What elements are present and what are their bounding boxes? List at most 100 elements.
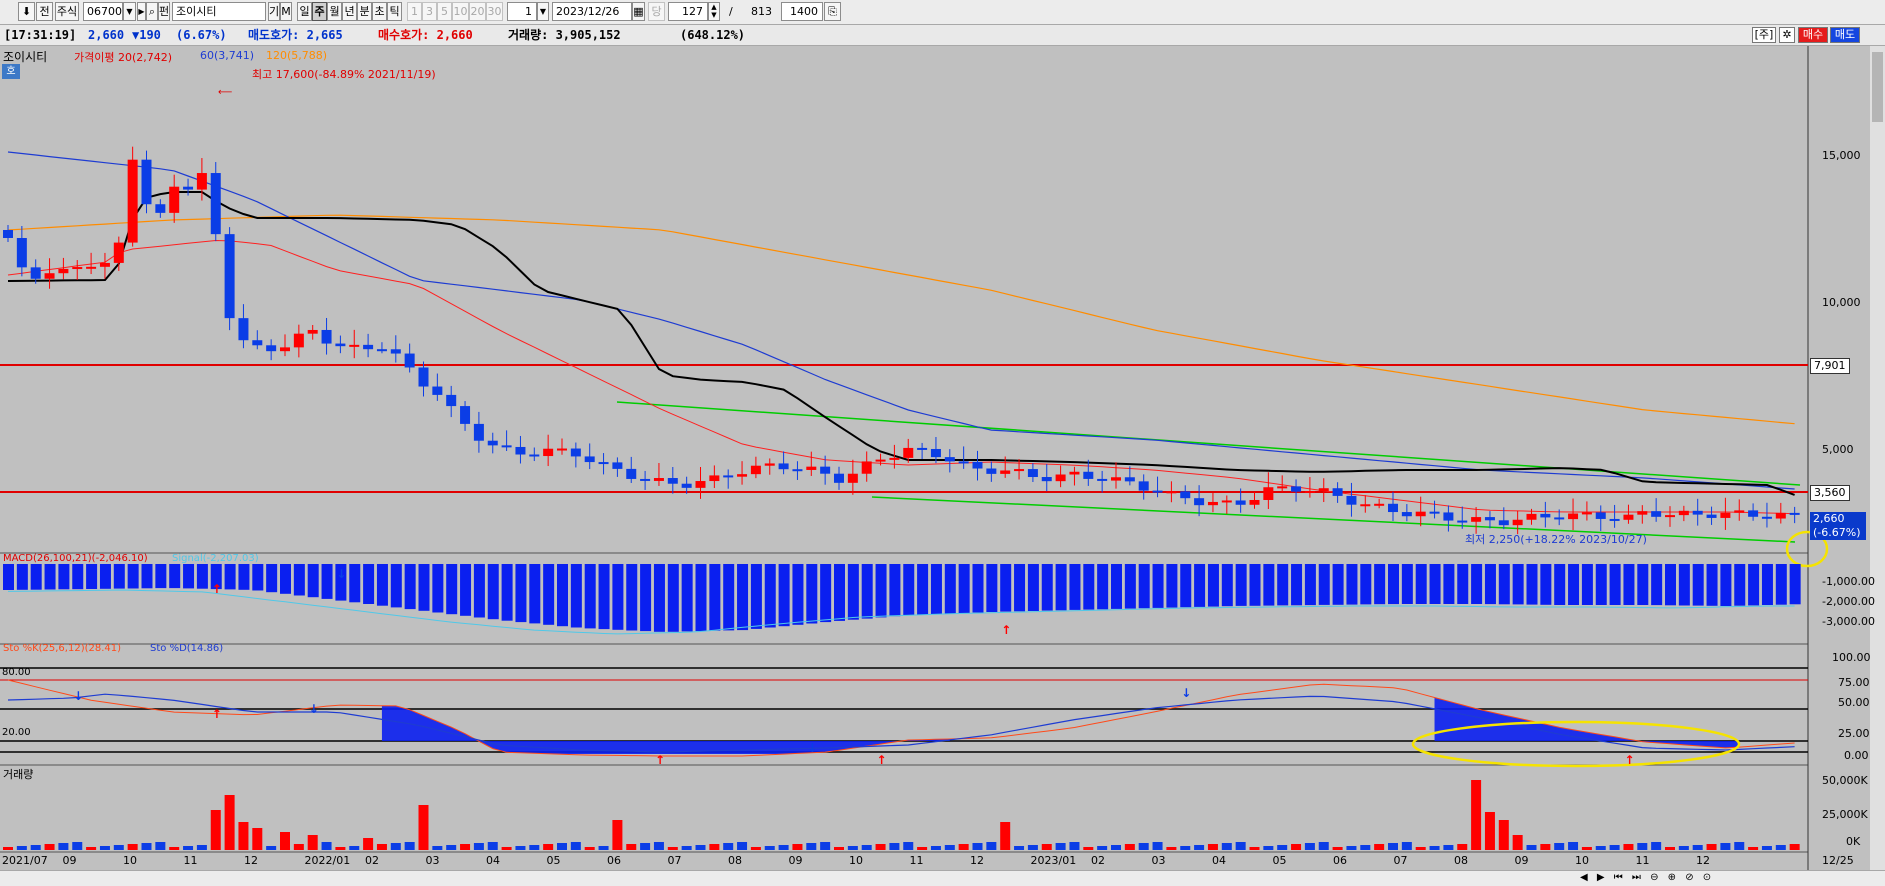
candle-body — [1568, 513, 1579, 520]
macd-bar — [543, 564, 555, 625]
candle-body — [1207, 501, 1218, 506]
sto-axis-50: 50.00 — [1838, 696, 1870, 709]
volume-bar — [1526, 845, 1537, 850]
macd-bar — [349, 564, 361, 603]
candle-body — [1581, 512, 1592, 515]
navigation-icons[interactable]: ◀ ▶ ⏮ ⏭ ⊖ ⊕ ⊘ ⊙ — [1580, 872, 1714, 883]
candle-body — [1623, 514, 1634, 520]
volume-bar — [1388, 843, 1398, 850]
volume-bar — [1554, 843, 1565, 850]
macd-bar — [958, 564, 970, 613]
trend-line-upper[interactable] — [616, 401, 1801, 486]
candle-body — [1665, 515, 1675, 518]
macd-bar — [99, 564, 111, 589]
last-price-pct: (-6.67%) — [1810, 526, 1866, 540]
candle-body — [529, 454, 540, 457]
candle-body — [958, 461, 969, 464]
high-annotation: 최고 17,600(-84.89% 2021/11/19) — [252, 68, 436, 81]
volume-bar — [183, 846, 194, 850]
macd-bar — [224, 564, 236, 590]
volume-bar — [127, 844, 138, 850]
macd-bar — [1484, 564, 1496, 605]
stochastic-oversold-fill — [381, 697, 1740, 754]
macd-bar — [1637, 564, 1649, 605]
volume-bar — [543, 844, 554, 850]
sto-level-20: 20.00 — [2, 727, 31, 738]
volume-bar — [1609, 845, 1620, 850]
signal-arrow-icon: ↓ — [336, 567, 346, 581]
candle-body — [930, 448, 941, 458]
macd-bar — [390, 564, 402, 608]
candle-body — [113, 242, 124, 263]
volume-bar — [141, 843, 152, 850]
candle-body — [1014, 469, 1025, 472]
volume-bar — [875, 844, 886, 850]
stock-chart[interactable]: ⟵ ↑ ↓ ↑ ↓ ↑ ↓ ↑ ↓ ↑ ↓ ↑ — [0, 0, 1885, 885]
volume-bar — [1734, 842, 1745, 850]
candle-body — [1291, 486, 1302, 492]
hoga-badge[interactable]: 호 — [2, 64, 20, 79]
macd-bar — [1194, 564, 1206, 607]
macd-axis-2000: -2,000.00 — [1822, 595, 1875, 608]
macd-bar — [764, 564, 776, 628]
candle-body — [1332, 488, 1343, 496]
macd-bar — [321, 564, 333, 599]
macd-bar — [1748, 564, 1760, 606]
volume-bar — [1263, 846, 1274, 850]
volume-bar — [557, 843, 567, 850]
volume-bar — [280, 832, 290, 850]
candle-body — [1651, 511, 1662, 517]
candle-body — [1041, 477, 1052, 482]
macd-bar — [1000, 564, 1012, 612]
macd-bar — [1374, 564, 1386, 605]
bottom-scroll-bar[interactable]: ◀ ▶ ⏮ ⏭ ⊖ ⊕ ⊘ ⊙ — [0, 870, 1885, 886]
legend-macd: MACD(26,100,21)(-2,046.10) — [3, 553, 148, 564]
macd-bar — [404, 564, 416, 610]
macd-bar — [169, 564, 181, 589]
macd-bar — [806, 564, 818, 624]
macd-bar — [16, 564, 28, 590]
macd-bar — [252, 564, 264, 591]
candle-body — [1069, 471, 1080, 475]
volume-bar — [1443, 845, 1454, 850]
volume-title: 거래량 — [3, 768, 34, 781]
volume-bar — [113, 845, 124, 850]
sto-level-80: 80.00 — [2, 667, 31, 678]
macd-bar — [737, 564, 749, 631]
candle-body — [584, 456, 595, 463]
macd-bar — [1720, 564, 1732, 606]
candle-body — [1554, 517, 1565, 520]
macd-bar — [1581, 564, 1593, 605]
volume-bar — [1166, 847, 1177, 850]
candle-body — [806, 466, 817, 470]
candle-body — [570, 448, 581, 457]
candle-body — [1111, 477, 1121, 481]
macd-bar — [681, 564, 693, 632]
candle-body — [1152, 490, 1163, 493]
volume-bar — [1678, 846, 1689, 850]
volume-axis-0k: 0K — [1846, 835, 1861, 848]
volume-bar — [626, 844, 637, 850]
candle-body — [16, 238, 27, 268]
macd-bar — [1761, 564, 1773, 605]
macd-bar — [1665, 564, 1676, 606]
macd-bar — [196, 564, 208, 589]
volume-bar — [210, 810, 221, 850]
macd-bar — [584, 564, 596, 629]
macd-bar — [1554, 564, 1566, 605]
macd-bar — [1097, 564, 1109, 610]
candle-body — [917, 447, 928, 450]
signal-arrow-icon: ↓ — [73, 689, 83, 703]
macd-bar — [1277, 564, 1289, 606]
macd-bar — [598, 564, 610, 630]
volume-bar — [792, 844, 803, 850]
macd-bar — [460, 564, 472, 616]
candle-body — [1221, 500, 1232, 503]
candle-body — [1097, 478, 1108, 481]
volume-bar — [1014, 846, 1025, 850]
candle-body — [3, 230, 13, 238]
macd-bar — [72, 564, 84, 590]
macd-bar — [280, 564, 291, 594]
macd-bar — [183, 564, 195, 589]
volume-bar — [1207, 844, 1218, 850]
